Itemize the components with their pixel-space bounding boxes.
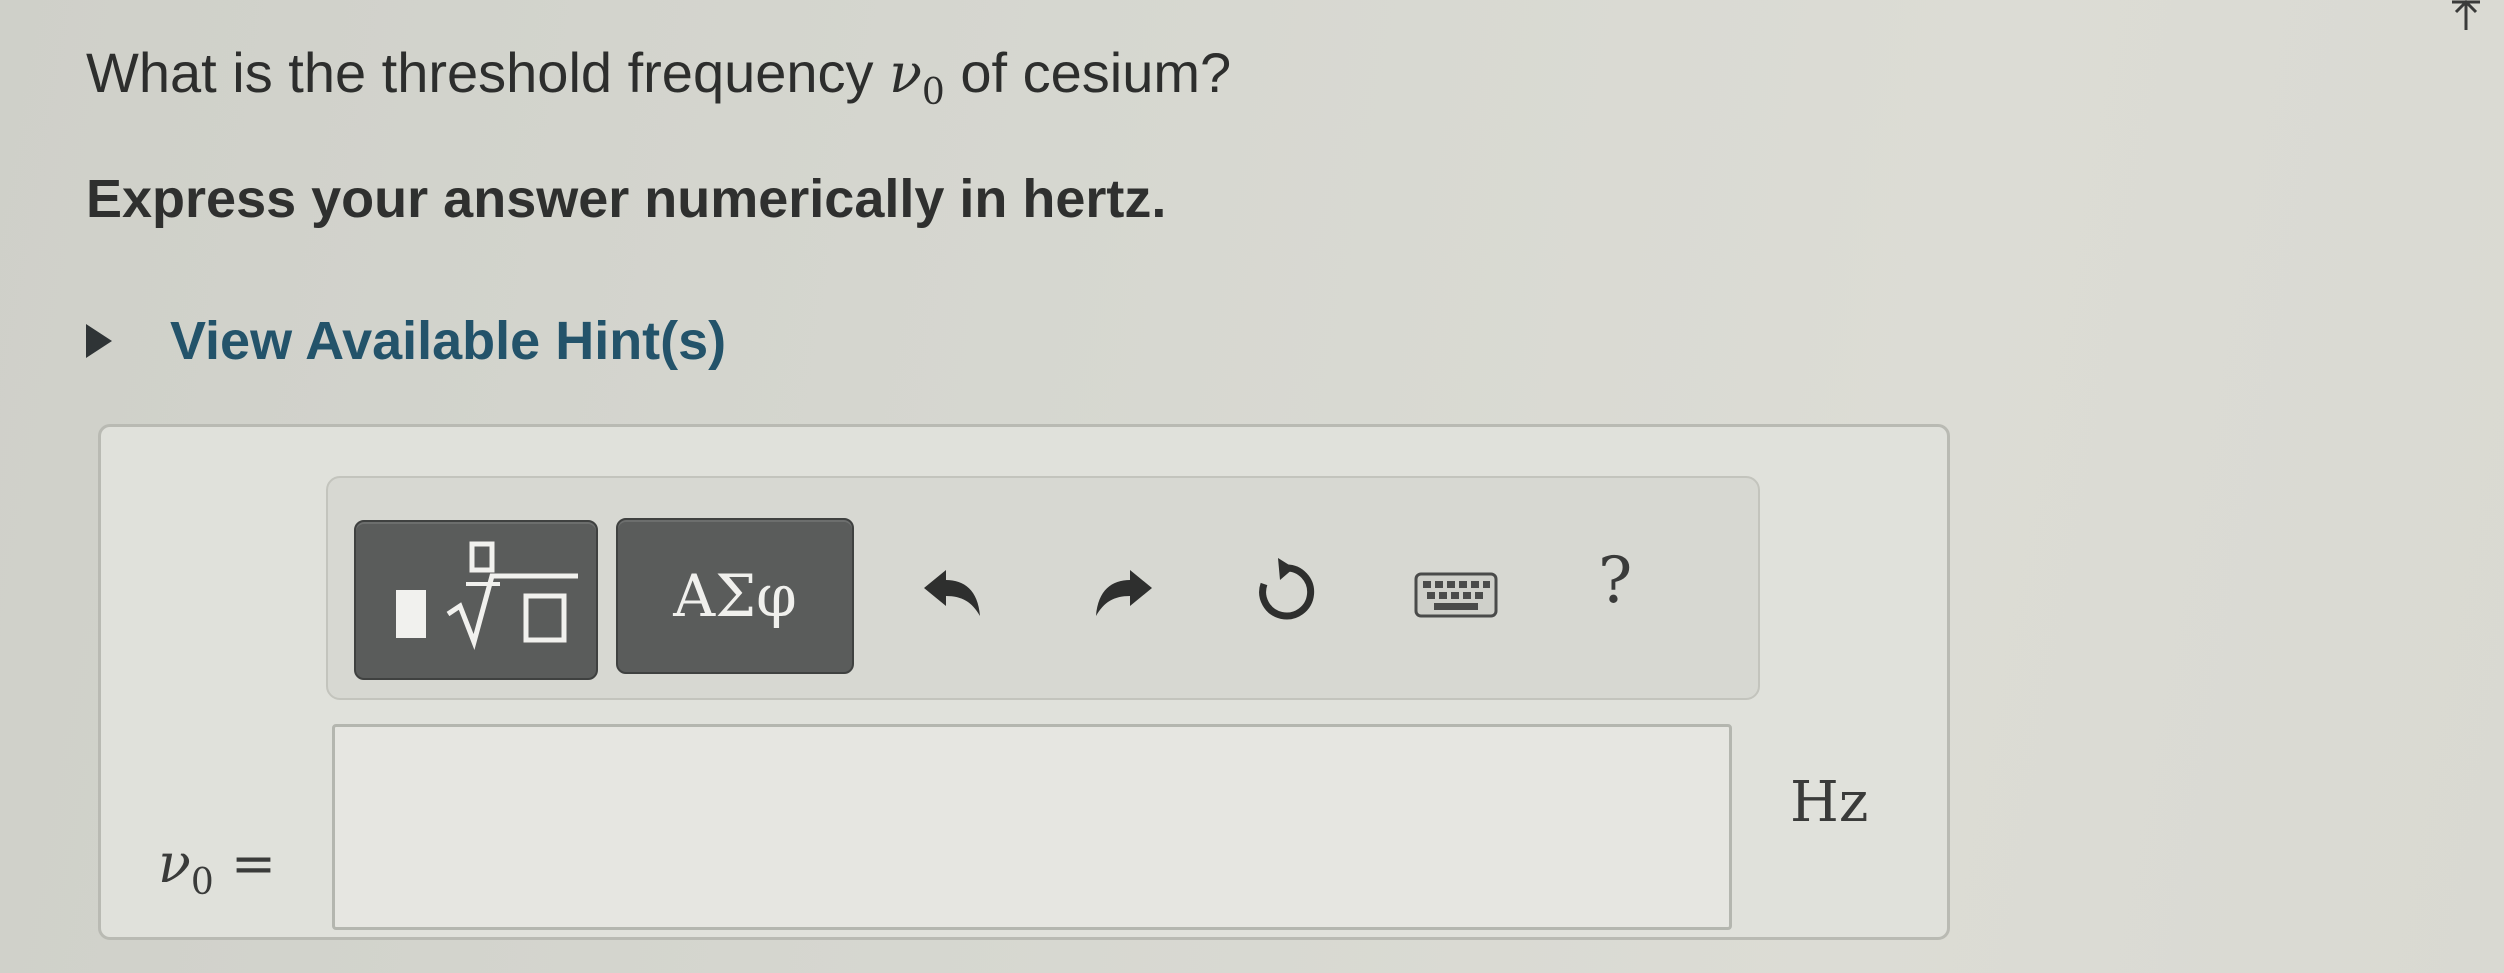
view-hints-label[interactable]: View Available Hint(s) [170,310,726,372]
solid-box-icon [396,590,426,638]
question-symbol-nu: ν [889,42,922,105]
greek-symbols-label: ΑΣφ [673,562,797,630]
variable-symbol: ν [158,832,191,895]
redo-icon[interactable] [1092,566,1158,622]
templates-button[interactable] [354,520,598,680]
undo-icon[interactable] [918,566,984,622]
question-text-end: of cesium? [944,41,1232,104]
question-symbol-subscript: 0 [921,71,945,113]
unit-label: Hz [1790,770,1869,835]
expand-triangle-icon [86,324,112,358]
reset-icon[interactable] [1250,556,1322,628]
answer-instruction: Express your answer numerically in hertz… [86,169,1167,229]
answer-input[interactable] [332,724,1732,930]
question-symbol: ν0 [889,42,945,113]
cursor-arrow-icon [2452,0,2480,30]
equals-sign: = [213,832,277,895]
keyboard-icon[interactable] [1414,572,1498,618]
question-text-start: What is the threshold frequency [86,41,890,104]
view-hints-toggle[interactable]: View Available Hint(s) [86,310,726,372]
question-text: What is the threshold frequency ν0 of ce… [86,40,1231,113]
greek-symbols-button[interactable]: ΑΣφ [616,518,854,674]
answer-variable-label: ν0 = [158,832,276,903]
fraction-root-template-icon [446,541,578,650]
variable-subscript: 0 [190,861,214,903]
help-button[interactable]: ? [1598,544,1632,618]
